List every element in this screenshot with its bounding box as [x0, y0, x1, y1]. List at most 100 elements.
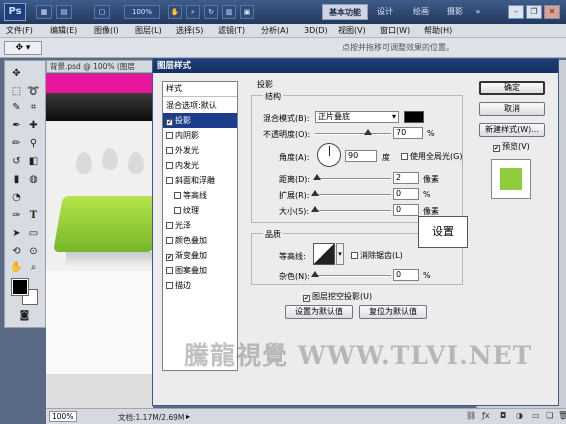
menu-edit[interactable]: 编辑(E): [50, 24, 77, 38]
layer-style-icon[interactable]: ƒx: [482, 411, 490, 420]
zoom-icon[interactable]: ⌕: [186, 5, 200, 19]
angle-dial[interactable]: [317, 143, 341, 167]
lasso-tool-icon[interactable]: ➰: [26, 85, 41, 99]
style-item[interactable]: 等高线: [163, 188, 237, 203]
menu-window[interactable]: 窗口(W): [380, 24, 410, 38]
new-layer-icon[interactable]: ❏: [546, 411, 553, 420]
menu-analysis[interactable]: 分析(A): [261, 24, 289, 38]
group-icon[interactable]: ▭: [532, 411, 540, 420]
path-selection-tool-icon[interactable]: ➤: [9, 227, 24, 241]
size-slider[interactable]: [315, 210, 391, 212]
shape-tool-icon[interactable]: ▭: [26, 227, 41, 241]
style-item[interactable]: 外发光: [163, 143, 237, 158]
zoom-level-dropdown[interactable]: 100%: [124, 5, 160, 19]
spread-input[interactable]: 0: [393, 188, 419, 200]
eraser-tool-icon[interactable]: ◧: [26, 155, 41, 169]
workspace-design-button[interactable]: 设计: [372, 4, 398, 20]
style-item-checkbox[interactable]: [166, 132, 173, 139]
style-item-checkbox[interactable]: ✔: [166, 119, 173, 126]
quick-mask-icon[interactable]: ◙: [17, 309, 32, 323]
trash-icon[interactable]: 🗑: [558, 411, 566, 420]
preview-checkbox[interactable]: ✔ 预览(V): [493, 141, 530, 152]
menu-3d[interactable]: 3D(D): [304, 24, 328, 38]
document-tab[interactable]: 背景.psd @ 100% (图层: [46, 60, 156, 73]
add-mask-icon[interactable]: ◘: [500, 411, 506, 420]
hand-tool-icon[interactable]: ✋: [9, 261, 24, 275]
make-default-button[interactable]: 设置为默认值: [285, 305, 353, 319]
spread-slider[interactable]: [315, 194, 391, 196]
style-item[interactable]: 光泽: [163, 218, 237, 233]
adjustment-layer-icon[interactable]: ◑: [516, 411, 523, 420]
size-input[interactable]: 0: [393, 204, 419, 216]
grid-icon[interactable]: ▥: [222, 5, 236, 19]
angle-input[interactable]: 90: [345, 150, 377, 162]
zoom-field[interactable]: 100%: [49, 411, 77, 422]
style-item[interactable]: 斜面和浮雕: [163, 173, 237, 188]
3d-rotate-tool-icon[interactable]: ⟲: [9, 245, 24, 259]
workspace-photo-button[interactable]: 摄影: [442, 4, 468, 20]
distance-slider-handle[interactable]: [313, 174, 321, 180]
style-item[interactable]: ✔ 渐变叠加: [163, 248, 237, 263]
style-item[interactable]: 纹理: [163, 203, 237, 218]
menu-filter[interactable]: 滤镜(T): [218, 24, 245, 38]
workspace-more-button[interactable]: »: [472, 4, 484, 20]
screen-mode-icon[interactable]: ▢: [94, 5, 110, 19]
noise-slider[interactable]: [315, 275, 391, 277]
style-item-checkbox[interactable]: [166, 222, 173, 229]
crop-tool-icon[interactable]: ⌗: [26, 101, 41, 115]
style-item-checkbox[interactable]: [174, 207, 181, 214]
ok-button[interactable]: 确定: [479, 81, 545, 95]
move-tool-icon[interactable]: ✥: [9, 67, 24, 81]
zoom-tool-icon[interactable]: ⌕: [26, 261, 41, 275]
knockout-checkbox[interactable]: ✔ 图层挖空投影(U): [303, 291, 372, 302]
menu-help[interactable]: 帮助(H): [424, 24, 452, 38]
rotate-view-icon[interactable]: ↻: [204, 5, 218, 19]
noise-slider-handle[interactable]: [311, 271, 319, 277]
contour-picker[interactable]: [313, 243, 335, 265]
style-item[interactable]: ✔ 投影: [163, 113, 237, 128]
menu-view[interactable]: 视图(V): [338, 24, 366, 38]
menu-layer[interactable]: 图层(L): [135, 24, 162, 38]
restore-icon[interactable]: ❐: [526, 5, 542, 19]
close-icon[interactable]: ✕: [544, 5, 560, 19]
spot-healing-tool-icon[interactable]: ✚: [26, 119, 41, 133]
spread-slider-handle[interactable]: [311, 190, 319, 196]
hand-icon[interactable]: ✋: [168, 5, 182, 19]
style-item[interactable]: 颜色叠加: [163, 233, 237, 248]
new-style-button[interactable]: 新建样式(W)...: [479, 123, 545, 137]
global-light-checkbox[interactable]: 使用全局光(G): [401, 151, 462, 162]
3d-orbit-tool-icon[interactable]: ⊙: [26, 245, 41, 259]
style-item-checkbox[interactable]: [166, 282, 173, 289]
clone-stamp-tool-icon[interactable]: ⚲: [26, 137, 41, 151]
minimize-icon[interactable]: –: [508, 5, 524, 19]
opacity-slider-handle[interactable]: [364, 129, 372, 135]
link-layers-icon[interactable]: ⛓: [466, 411, 476, 420]
menu-image[interactable]: 图像(I): [94, 24, 119, 38]
quick-select-tool-icon[interactable]: ✎: [9, 101, 24, 115]
blend-mode-select[interactable]: 正片叠底 ▾: [315, 111, 399, 123]
brush-tool-icon[interactable]: ✏: [9, 137, 24, 151]
pen-tool-icon[interactable]: ✑: [9, 209, 24, 223]
gradient-tool-icon[interactable]: ▮: [9, 173, 24, 187]
tool-preset-picker[interactable]: ✥ ▾: [4, 41, 42, 55]
mini-bridge-icon[interactable]: ▤: [56, 5, 72, 19]
type-tool-icon[interactable]: T: [26, 209, 41, 223]
styles-header[interactable]: 样式: [163, 82, 237, 97]
shadow-color-swatch[interactable]: [404, 111, 424, 123]
reset-default-button[interactable]: 复位为默认值: [359, 305, 427, 319]
arrange-documents-icon[interactable]: ▣: [240, 5, 254, 19]
marquee-tool-icon[interactable]: ⬚: [9, 85, 24, 99]
menu-select[interactable]: 选择(S): [176, 24, 203, 38]
style-item[interactable]: 混合选项:默认: [163, 98, 237, 113]
style-item-checkbox[interactable]: [166, 177, 173, 184]
bridge-icon[interactable]: ▦: [36, 5, 52, 19]
style-item[interactable]: 内发光: [163, 158, 237, 173]
contour-dropdown-icon[interactable]: ▾: [336, 243, 344, 265]
style-item[interactable]: 图案叠加: [163, 263, 237, 278]
style-item-checkbox[interactable]: [166, 147, 173, 154]
opacity-slider[interactable]: [315, 133, 391, 135]
noise-input[interactable]: 0: [393, 269, 419, 281]
style-item-checkbox[interactable]: [174, 192, 181, 199]
foreground-color-swatch[interactable]: [11, 278, 29, 296]
style-item-checkbox[interactable]: [166, 162, 173, 169]
